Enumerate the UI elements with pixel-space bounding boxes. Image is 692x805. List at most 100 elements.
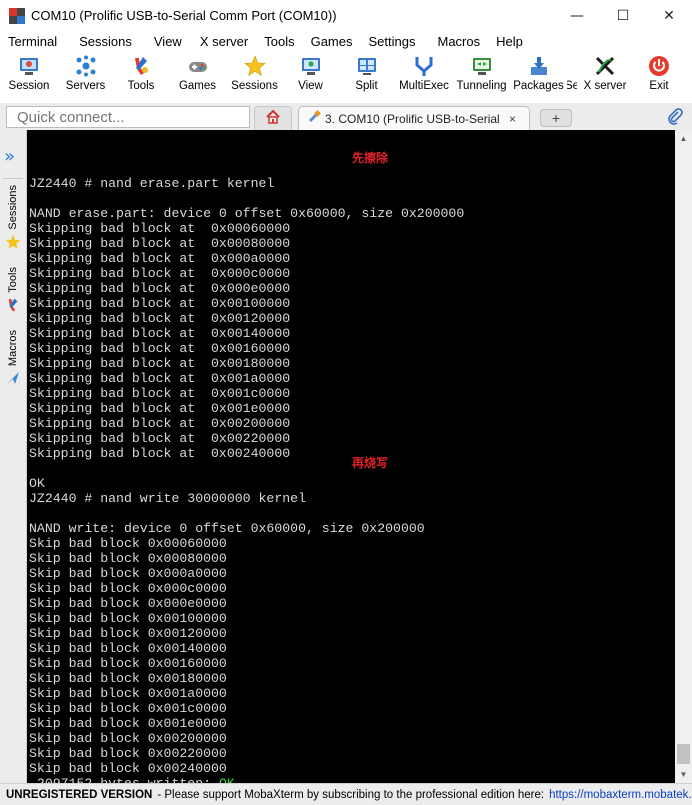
terminal-line: Skipping bad block at 0x001e0000 — [29, 401, 291, 416]
terminal-line: Skip bad block 0x00100000 — [29, 611, 227, 626]
exit-button[interactable]: Exit — [633, 51, 685, 101]
minimize-button[interactable]: — — [554, 0, 600, 31]
terminal-line: Skipping bad block at 0x00060000 — [29, 221, 291, 236]
split-label: Split — [355, 80, 378, 92]
packages-button[interactable]: Packages — [510, 51, 567, 101]
toolbar: Session Servers Tools Games Sessions Vie… — [0, 51, 692, 101]
multiexec-button[interactable]: MultiExec — [395, 51, 453, 101]
home-icon — [265, 109, 281, 128]
sessions-label: Sessions — [231, 80, 278, 92]
terminal-line: Skip bad block 0x00180000 — [29, 671, 227, 686]
sidebar-tools-label: Tools — [7, 267, 19, 293]
terminal-line: Skip bad block 0x001a0000 — [29, 686, 227, 701]
settings-icon — [567, 55, 577, 77]
servers-button[interactable]: Servers — [58, 51, 113, 101]
tab-close-icon[interactable]: × — [509, 112, 516, 126]
maximize-button[interactable]: ☐ — [600, 0, 646, 31]
terminal-line: Skip bad block 0x000e0000 — [29, 596, 227, 611]
window-title: COM10 (Prolific USB-to-Serial Comm Port … — [31, 8, 337, 23]
tunneling-label: Tunneling — [456, 80, 507, 92]
terminal-scrollbar[interactable]: ▲ ▼ — [675, 130, 692, 783]
close-button[interactable]: ✕ — [646, 0, 692, 31]
split-button[interactable]: Split — [338, 51, 395, 101]
menu-settings[interactable]: Settings — [361, 34, 424, 49]
terminal-line: Skip bad block 0x00220000 — [29, 746, 227, 761]
menu-bar: Terminal Sessions View X server Tools Ga… — [0, 31, 692, 51]
terminal-output[interactable]: JZ2440 # nand erase.part kernel NAND eras… — [27, 130, 675, 783]
terminal-line: Skip bad block 0x00120000 — [29, 626, 227, 641]
terminal-line: Skip bad block 0x000c0000 — [29, 581, 227, 596]
terminal-line: Skip bad block 0x00060000 — [29, 536, 227, 551]
expand-sidebar-icon[interactable]: » — [4, 148, 15, 166]
sidebar-macros[interactable]: Macros — [2, 330, 24, 389]
annotation-write-next: 再烧写 — [352, 456, 389, 470]
session-icon — [18, 55, 40, 77]
settings-button[interactable]: Se — [567, 51, 577, 101]
terminal-line: Skipping bad block at 0x00140000 — [29, 326, 291, 341]
quick-connect-input[interactable] — [6, 106, 250, 128]
home-tab[interactable] — [254, 106, 292, 130]
games-button[interactable]: Games — [169, 51, 226, 101]
menu-view[interactable]: View — [140, 34, 190, 49]
new-tab-button[interactable]: + — [540, 109, 572, 127]
terminal-line: JZ2440 # nand erase.part kernel — [29, 176, 275, 191]
terminal-line: Skip bad block 0x001c0000 — [29, 701, 227, 716]
serial-plug-icon — [307, 109, 322, 127]
terminal-line: NAND write: device 0 offset 0x60000, siz… — [29, 521, 425, 536]
games-label: Games — [178, 80, 217, 92]
scroll-down-arrow-icon[interactable]: ▼ — [675, 766, 692, 783]
games-icon — [187, 55, 209, 77]
tools-icon — [130, 55, 152, 77]
terminal-line: Skip bad block 0x00160000 — [29, 656, 227, 671]
tunneling-button[interactable]: Tunneling — [453, 51, 510, 101]
packages-label: Packages — [513, 80, 564, 92]
tools-button[interactable]: Tools — [113, 51, 169, 101]
tab-label: 3. COM10 (Prolific USB-to-Serial Comm Po… — [325, 111, 503, 126]
sessions-button[interactable]: Sessions — [226, 51, 283, 101]
menu-sessions[interactable]: Sessions — [65, 34, 140, 49]
status-bar: UNREGISTERED VERSION - Please support Mo… — [0, 783, 692, 805]
mobaxterm-logo-icon — [9, 7, 25, 24]
menu-games[interactable]: Games — [303, 34, 361, 49]
servers-label: Servers — [65, 80, 106, 92]
view-icon — [300, 55, 322, 77]
bytes-written-text: 2097152 bytes written: — [29, 776, 219, 783]
tab-row: 3. COM10 (Prolific USB-to-Serial Comm Po… — [0, 103, 692, 130]
menu-x-server[interactable]: X server — [190, 34, 256, 49]
terminal-line: Skipping bad block at 0x001a0000 — [29, 371, 291, 386]
scroll-thumb[interactable] — [677, 744, 690, 764]
sidebar-divider — [3, 178, 23, 179]
session-label: Session — [8, 80, 50, 92]
view-button[interactable]: View — [283, 51, 338, 101]
terminal-line: Skipping bad block at 0x00100000 — [29, 296, 291, 311]
exit-icon — [648, 55, 670, 77]
menu-tools[interactable]: Tools — [256, 34, 302, 49]
session-button[interactable]: Session — [0, 51, 58, 101]
mobatek-link[interactable]: https://mobaxterm.mobatek.net — [549, 789, 692, 801]
menu-terminal[interactable]: Terminal — [0, 34, 65, 49]
sidebar-tools[interactable]: Tools — [2, 267, 24, 316]
terminal-line: Skipping bad block at 0x000c0000 — [29, 266, 291, 281]
menu-help[interactable]: Help — [488, 34, 531, 49]
x-server-label: X server — [583, 80, 627, 92]
scroll-up-arrow-icon[interactable]: ▲ — [675, 130, 692, 147]
sidebar-sessions-label: Sessions — [7, 185, 19, 230]
star-icon — [5, 234, 21, 253]
sidebar-sessions[interactable]: Sessions — [2, 185, 24, 253]
menu-macros[interactable]: Macros — [423, 34, 488, 49]
window-controls: — ☐ ✕ — [554, 0, 692, 31]
packages-icon — [528, 55, 550, 77]
terminal-line: Skip bad block 0x000a0000 — [29, 566, 227, 581]
sessions-star-icon — [243, 55, 266, 77]
ok-status: OK — [219, 776, 235, 783]
terminal-line: Skip bad block 0x00140000 — [29, 641, 227, 656]
multiexec-label: MultiExec — [399, 80, 449, 92]
tab-com10[interactable]: 3. COM10 (Prolific USB-to-Serial Comm Po… — [298, 106, 530, 130]
terminal-line: Skip bad block 0x00200000 — [29, 731, 227, 746]
title-bar: COM10 (Prolific USB-to-Serial Comm Port … — [0, 0, 692, 31]
terminal-line: JZ2440 # nand write 30000000 kernel — [29, 491, 306, 506]
paperclip-icon[interactable] — [666, 108, 684, 129]
x-server-button[interactable]: X server — [577, 51, 633, 101]
